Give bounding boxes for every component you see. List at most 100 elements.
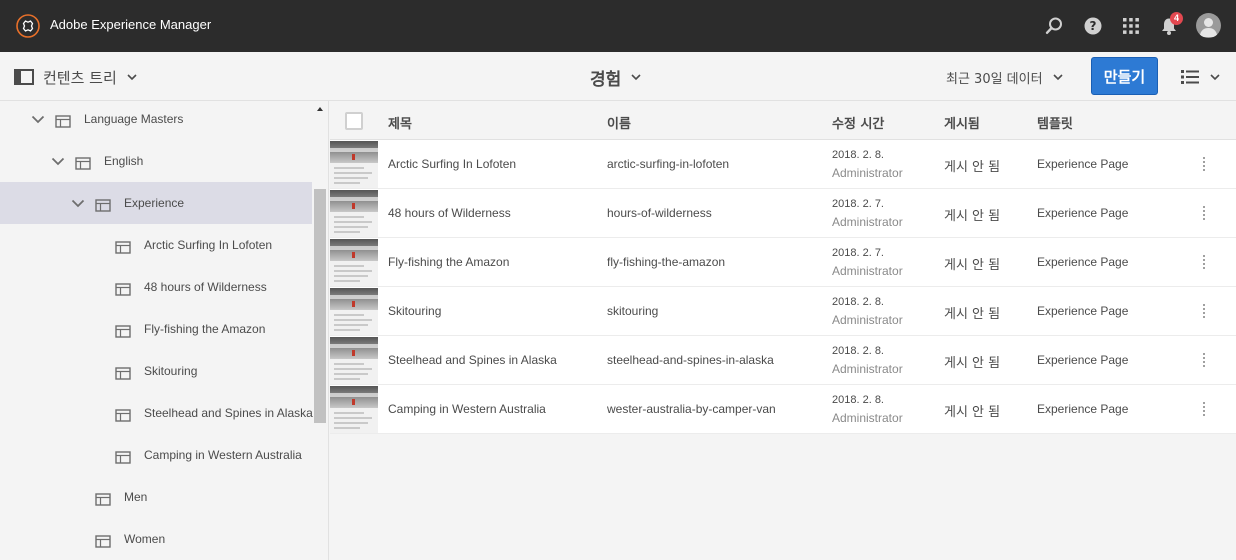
tree-item[interactable]: Skitouring [0,350,312,392]
drag-handle-icon[interactable] [1203,304,1206,318]
column-header-modified[interactable]: 수정 시간 [832,113,884,132]
tree-item[interactable]: Language Masters [0,101,312,140]
tree-item[interactable]: Experience [0,182,312,224]
page-thumbnail[interactable] [330,337,378,384]
user-avatar[interactable] [1196,13,1221,38]
view-switcher-button[interactable] [1180,67,1220,87]
page-icon [55,113,71,128]
help-icon[interactable]: ? [1081,14,1105,38]
row-title[interactable]: Skitouring [388,304,441,318]
chevron-down-icon[interactable] [30,111,46,127]
row-modified-by: Administrator [832,362,903,376]
row-template: Experience Page [1037,157,1129,171]
row-name: arctic-surfing-in-lofoten [607,157,730,171]
drag-handle-icon[interactable] [1203,157,1206,171]
chevron-down-icon[interactable] [50,153,66,169]
chevron-down-icon[interactable] [70,195,86,211]
tree-item[interactable]: Steelhead and Spines in Alaska [0,392,313,434]
column-header-template[interactable]: 템플릿 [1037,113,1073,132]
tree-item[interactable]: Arctic Surfing In Lofoten [0,224,312,266]
page-icon [115,323,131,338]
drag-handle-icon[interactable] [1203,353,1206,367]
row-title[interactable]: Camping in Western Australia [388,402,546,416]
rail-toggle-label: 컨텐츠 트리 [43,68,117,87]
search-icon[interactable] [1042,14,1066,38]
row-title[interactable]: Fly-fishing the Amazon [388,255,509,269]
row-title[interactable]: 48 hours of Wilderness [388,206,511,220]
drag-handle-icon[interactable] [1203,255,1206,269]
column-header-name[interactable]: 이름 [607,113,631,132]
content-tree-rail: Language Masters English Experience Arctic … [0,101,329,560]
page-icon [95,533,111,548]
row-published-status: 게시 안 됨 [944,307,1001,322]
row-modified-by: Administrator [832,411,903,425]
page-icon [115,281,131,296]
page-icon [75,155,91,170]
bell-icon[interactable]: 4 [1157,12,1183,38]
table-row[interactable]: Fly-fishing the Amazon fly-fishing-the-am… [330,238,1236,287]
page-thumbnail[interactable] [330,239,378,286]
tree-item-label: 48 hours of Wilderness [144,280,267,294]
page-icon [115,239,131,254]
tree-item[interactable]: Fly-fishing the Amazon [0,308,312,350]
chevron-down-icon [127,73,137,80]
drag-handle-icon[interactable] [1203,206,1206,220]
row-name: steelhead-and-spines-in-alaska [607,353,774,367]
row-modified-date: 2018. 2. 8. [832,345,884,357]
page-icon [95,491,111,506]
row-template: Experience Page [1037,206,1129,220]
row-modified-date: 2018. 2. 7. [832,198,884,210]
page-icon [115,407,131,422]
scrollbar-thumb[interactable] [314,189,326,423]
row-published-status: 게시 안 됨 [944,405,1001,420]
tree-item-label: Men [124,490,148,504]
action-bar: 컨텐츠 트리 경험 최근 30일 데이터 만들기 [0,52,1236,101]
page-icon [115,449,131,464]
table-row[interactable]: Arctic Surfing In Lofoten arctic-surfing-… [330,140,1236,189]
row-name: skitouring [607,304,659,318]
row-template: Experience Page [1037,255,1129,269]
row-name: wester-australia-by-camper-van [607,402,776,416]
row-template: Experience Page [1037,353,1129,367]
tree-item[interactable]: 48 hours of Wilderness [0,266,312,308]
row-modified-by: Administrator [832,264,903,278]
page-thumbnail[interactable] [330,386,378,433]
breadcrumb[interactable]: 경험 [590,65,641,90]
row-template: Experience Page [1037,402,1129,416]
global-header: Adobe Experience Manager ? 4 [0,0,1236,52]
tree-item-label: Experience [124,196,185,210]
drag-handle-icon[interactable] [1203,402,1206,416]
table-row[interactable]: Steelhead and Spines in Alaska steelhead-… [330,336,1236,385]
rail-toggle-button[interactable]: 컨텐츠 트리 [14,66,137,88]
aem-logo-icon[interactable] [16,14,40,38]
column-header-published[interactable]: 게시됨 [944,113,980,132]
notification-badge: 4 [1170,12,1183,25]
row-title[interactable]: Steelhead and Spines in Alaska [388,353,557,367]
column-header-title[interactable]: 제목 [388,113,412,132]
table-row[interactable]: 48 hours of Wilderness hours-of-wildernes… [330,189,1236,238]
svg-text:?: ? [1090,19,1097,33]
page-thumbnail[interactable] [330,288,378,335]
solutions-grid-icon[interactable] [1119,14,1143,38]
page-thumbnail[interactable] [330,190,378,237]
row-published-status: 게시 안 됨 [944,209,1001,224]
date-filter-dropdown[interactable]: 최근 30일 데이터 [946,67,1063,87]
app-title[interactable]: Adobe Experience Manager [50,17,211,32]
row-modified-date: 2018. 2. 8. [832,296,884,308]
table-row[interactable]: Skitouring skitouring 2018. 2. 8. Administr… [330,287,1236,336]
create-button[interactable]: 만들기 [1091,57,1158,95]
chevron-down-icon [631,73,641,80]
tree-item-label: Arctic Surfing In Lofoten [144,238,273,252]
date-filter-label: 최근 30일 데이터 [946,71,1043,87]
tree-item[interactable]: Men [0,476,312,518]
tree-item[interactable]: Women [0,518,312,560]
tree-item[interactable]: Camping in Western Australia [0,434,312,476]
tree-item[interactable]: English [0,140,312,182]
scroll-up-arrow-icon[interactable] [317,107,323,111]
select-all-checkbox[interactable] [345,112,363,130]
row-title[interactable]: Arctic Surfing In Lofoten [388,157,516,171]
table-row[interactable]: Camping in Western Australia wester-austr… [330,385,1236,434]
page-thumbnail[interactable] [330,141,378,188]
list-view: 제목 이름 수정 시간 게시됨 템플릿 Arctic Surfing In Lo… [330,101,1236,560]
list-view-icon [1181,70,1199,84]
